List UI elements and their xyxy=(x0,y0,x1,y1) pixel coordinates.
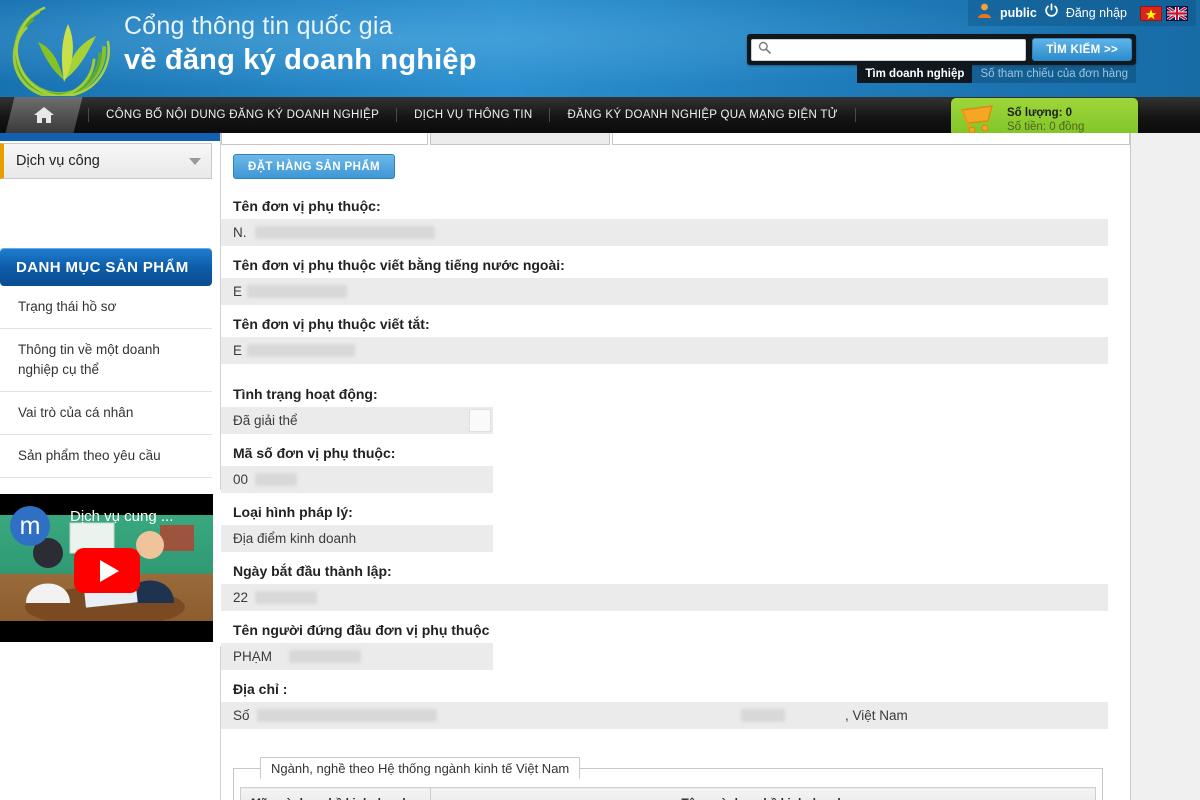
search-input[interactable] xyxy=(771,40,1020,59)
redaction-bar xyxy=(741,709,785,722)
search-field-wrap[interactable] xyxy=(751,38,1027,61)
field-value: Số , Việt Nam xyxy=(221,702,1108,729)
field-ten-tieng-nuoc-ngoai: Tên đơn vị phụ thuộc viết bằng tiếng nướ… xyxy=(221,255,1130,305)
field-value: E xyxy=(221,278,1108,305)
content-area: Dịch vụ công DANH MỤC SẢN PHẨM Trạng thá… xyxy=(0,133,1200,800)
industry-section: Ngành, nghề theo Hệ thống ngành kinh tế … xyxy=(233,757,1103,800)
cart-quantity-label: Số lượng: 0 xyxy=(1007,107,1073,119)
column-header-ma-nganh: Mã ngành, nghề kinh doanh xyxy=(240,787,431,800)
search-button[interactable]: TÌM KIẾM >> xyxy=(1032,38,1132,61)
redaction-bar xyxy=(247,344,355,357)
page-root: Cổng thông tin quốc gia về đăng ký doanh… xyxy=(0,0,1200,800)
redaction-bar xyxy=(247,285,347,298)
tab-slot-1[interactable] xyxy=(221,133,428,145)
field-nguoi-dung-dau: Tên người đứng đầu đơn vị phụ thuộc PHẠM xyxy=(221,620,1130,670)
category-header: DANH MỤC SẢN PHẨM xyxy=(0,248,212,286)
field-label: Ngày bắt đầu thành lập: xyxy=(233,563,392,579)
address-country-suffix: , Việt Nam xyxy=(845,708,908,723)
field-ngay-thanh-lap: Ngày bắt đầu thành lập: 22 xyxy=(221,561,1130,611)
category-header-label: DANH MỤC SẢN PHẨM xyxy=(16,258,189,276)
industry-table: Mã ngành, nghề kinh doanh Tên ngành, ngh… xyxy=(240,787,1096,800)
tab-slot-3[interactable] xyxy=(612,133,1130,145)
video-widget[interactable]: m Dịch vụ cung ... xyxy=(0,490,221,646)
field-label: Địa chỉ : xyxy=(233,681,288,697)
nav-item-list: CÔNG BỐ NỘI DUNG ĐĂNG KÝ DOANH NGHIỆP DỊ… xyxy=(88,97,856,133)
tab-slot-2[interactable] xyxy=(430,133,610,145)
green-leaf-logo xyxy=(8,2,120,97)
search-icon xyxy=(758,41,772,59)
login-link[interactable]: Đăng nhập xyxy=(1066,6,1127,20)
field-value: 00 xyxy=(221,466,493,493)
brand-title: Cổng thông tin quốc gia về đăng ký doanh… xyxy=(124,10,477,78)
business-detail-form: Tên đơn vị phụ thuộc: N. Tên đơn vị phụ … xyxy=(221,179,1130,800)
brand-line-2: về đăng ký doanh nghiệp xyxy=(124,44,477,76)
right-gutter xyxy=(1131,133,1200,800)
field-label: Tình trạng hoạt động: xyxy=(233,386,378,402)
uk-flag-icon[interactable] xyxy=(1166,5,1188,21)
vietnam-flag-icon[interactable] xyxy=(1140,5,1162,21)
field-value: PHẠM xyxy=(221,643,493,670)
field-label: Tên đơn vị phụ thuộc viết bằng tiếng nướ… xyxy=(233,257,565,273)
redaction-bar xyxy=(255,473,297,486)
redaction-bar xyxy=(255,591,317,604)
search-tabs: Tìm doanh nghiệp Số tham chiếu của đơn h… xyxy=(857,65,1136,83)
search-box: TÌM KIẾM >> xyxy=(747,34,1136,65)
redaction-bar xyxy=(257,709,437,722)
channel-avatar: m xyxy=(10,506,50,546)
service-select[interactable]: Dịch vụ công xyxy=(0,143,212,179)
category-list: Trạng thái hồ sơ Thông tin về một doanh … xyxy=(0,286,212,478)
home-icon[interactable] xyxy=(5,97,83,133)
video-title: Dịch vụ cung ... xyxy=(70,508,174,525)
nav-item-dang-ky-qua-mang[interactable]: ĐĂNG KÝ DOANH NGHIỆP QUA MẠNG ĐIỆN TỬ xyxy=(550,108,856,122)
field-tinh-trang-hoat-dong: Tình trạng hoạt động: Đã giải thể xyxy=(221,384,1130,434)
main-panel: ĐẶT HÀNG SẢN PHẨM Tên đơn vị phụ thuộc: … xyxy=(221,133,1131,800)
username-label: public xyxy=(1000,6,1037,20)
column-header-ten-nganh: Tên ngành, nghề kinh doanh xyxy=(430,787,1096,800)
field-dia-chi: Địa chỉ : Số , Việt Nam xyxy=(221,679,1130,729)
field-ten-don-vi: Tên đơn vị phụ thuộc: N. xyxy=(221,196,1130,246)
sidebar-item-san-pham-theo-yeu-cau[interactable]: Sản phẩm theo yêu cầu xyxy=(0,435,212,478)
youtube-play-icon[interactable] xyxy=(74,548,140,593)
field-value: 22 xyxy=(221,584,1108,611)
field-value[interactable]: Đã giải thể xyxy=(221,407,493,434)
industry-section-legend: Ngành, nghề theo Hệ thống ngành kinh tế … xyxy=(260,757,581,779)
field-value: E xyxy=(221,337,1108,364)
tab-strip xyxy=(221,133,1130,145)
field-label: Loại hình pháp lý: xyxy=(233,504,353,520)
field-value: Địa điểm kinh doanh xyxy=(221,525,493,552)
order-product-button[interactable]: ĐẶT HÀNG SẢN PHẨM xyxy=(233,154,396,179)
sidebar-item-thong-tin-doanh-nghiep[interactable]: Thông tin về một doanh nghiệp cụ thể xyxy=(0,329,212,392)
cart-amount-label: Số tiền: 0 đồng xyxy=(1007,121,1085,133)
search-tab-order-ref[interactable]: Số tham chiếu của đơn hàng xyxy=(972,65,1136,83)
dropdown-box[interactable] xyxy=(469,409,491,432)
table-header-row: Mã ngành, nghề kinh doanh Tên ngành, ngh… xyxy=(240,787,1096,800)
sidebar: Dịch vụ công DANH MỤC SẢN PHẨM Trạng thá… xyxy=(0,133,221,800)
service-select-label: Dịch vụ công xyxy=(16,153,100,169)
user-avatar-icon xyxy=(976,2,993,24)
field-label: Mã số đơn vị phụ thuộc: xyxy=(233,445,396,461)
user-bar: public Đăng nhập xyxy=(968,0,1196,26)
field-label: Tên đơn vị phụ thuộc viết tắt: xyxy=(233,316,430,332)
sidebar-item-vai-tro-ca-nhan[interactable]: Vai trò của cá nhân xyxy=(0,392,212,435)
redaction-bar xyxy=(255,226,435,239)
sidebar-top-bar xyxy=(0,133,220,141)
search-tab-business[interactable]: Tìm doanh nghiệp xyxy=(857,65,973,83)
field-value: N. xyxy=(221,219,1108,246)
redaction-bar xyxy=(289,650,361,663)
nav-item-dich-vu-thong-tin[interactable]: DỊCH VỤ THÔNG TIN xyxy=(397,108,551,122)
field-ten-viet-tat: Tên đơn vị phụ thuộc viết tắt: E xyxy=(221,314,1130,364)
brand-line-1: Cổng thông tin quốc gia xyxy=(124,12,393,40)
sidebar-item-trang-thai-ho-so[interactable]: Trạng thái hồ sơ xyxy=(0,286,212,329)
field-loai-hinh-phap-ly: Loại hình pháp lý: Địa điểm kinh doanh xyxy=(221,502,1130,552)
field-ma-so-don-vi: Mã số đơn vị phụ thuộc: 00 xyxy=(221,443,1130,493)
site-header: Cổng thông tin quốc gia về đăng ký doanh… xyxy=(0,0,1200,97)
chevron-down-icon xyxy=(189,157,201,165)
field-label: Tên người đứng đầu đơn vị phụ thuộc xyxy=(233,622,490,638)
field-label: Tên đơn vị phụ thuộc: xyxy=(233,198,381,214)
power-icon[interactable] xyxy=(1044,3,1059,23)
nav-item-cong-bo[interactable]: CÔNG BỐ NỘI DUNG ĐĂNG KÝ DOANH NGHIỆP xyxy=(88,108,398,122)
